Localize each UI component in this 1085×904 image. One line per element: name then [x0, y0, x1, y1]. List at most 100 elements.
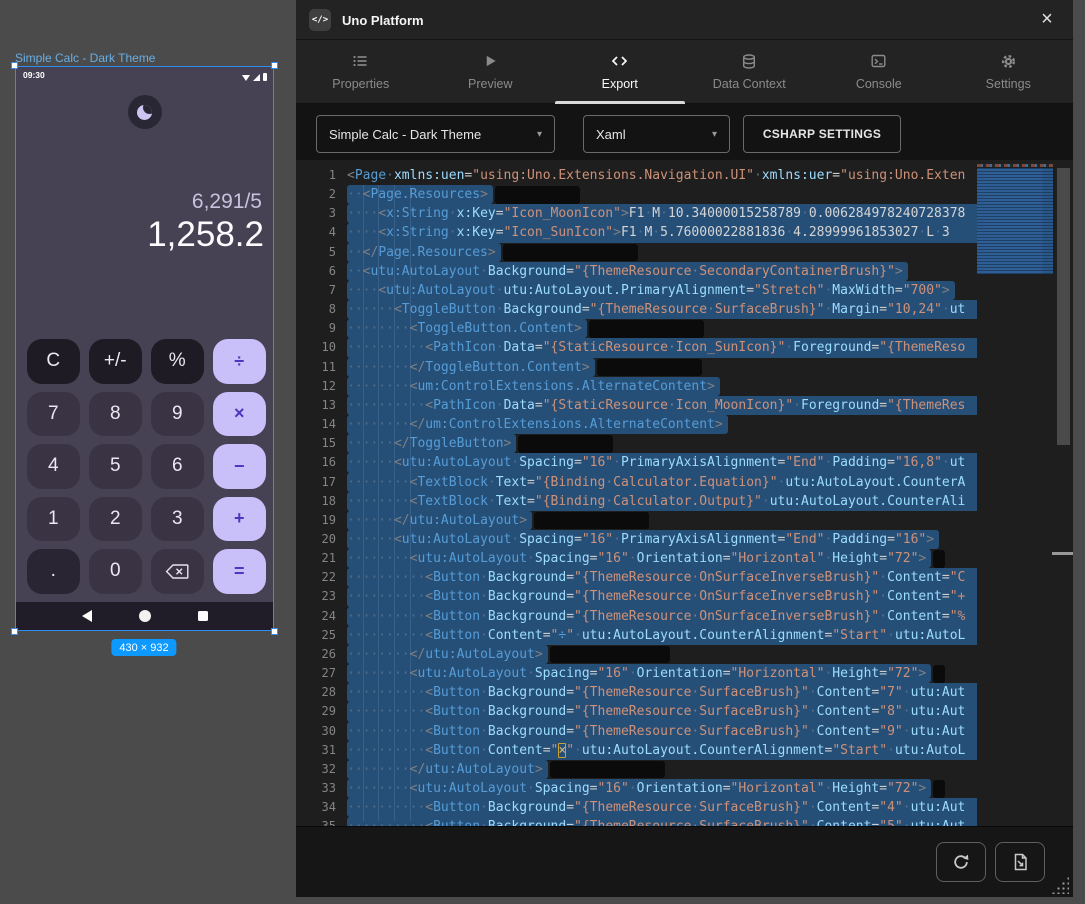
code-line[interactable]: 8······<ToggleButton·Background="{ThemeR…	[296, 300, 977, 319]
line-number: 5	[296, 243, 336, 262]
calc-button-2[interactable]: 2	[89, 497, 142, 542]
code-line[interactable]: 27········<utu:AutoLayout·Spacing="16"·O…	[296, 664, 977, 683]
tab-preview[interactable]: Preview	[426, 40, 556, 103]
code-token: ·	[887, 628, 895, 643]
tab-settings[interactable]: Settings	[944, 40, 1074, 103]
code-line[interactable]: 26········</utu:AutoLayout>	[296, 645, 977, 664]
calc-button-×[interactable]: ×	[213, 392, 266, 437]
battery-icon	[263, 73, 268, 81]
code-line[interactable]: 25··········<Button·Content="÷"·utu:Auto…	[296, 626, 977, 645]
code-line[interactable]: 33········<utu:AutoLayout·Spacing="16"·O…	[296, 779, 977, 798]
code-token: utu:AutoLayout	[402, 455, 512, 470]
code-line[interactable]: 15······</ToggleButton>	[296, 434, 977, 453]
scrollbar-thumb[interactable]	[1057, 168, 1070, 445]
calc-button-=[interactable]: =	[213, 549, 266, 594]
line-number: 31	[296, 741, 336, 760]
calc-button-backspace[interactable]	[151, 549, 204, 594]
calc-button-+[interactable]: +	[213, 497, 266, 542]
code-token: Background	[488, 609, 566, 624]
tab-properties[interactable]: Properties	[296, 40, 426, 103]
code-line[interactable]: 11········</ToggleButton.Content>	[296, 358, 977, 377]
export-file-button[interactable]	[995, 842, 1045, 882]
tab-export[interactable]: Export	[555, 40, 685, 103]
calc-button-0[interactable]: 0	[89, 549, 142, 594]
tab-data-context[interactable]: Data Context	[685, 40, 815, 103]
code-line[interactable]: 22··········<Button·Background="{ThemeRe…	[296, 568, 977, 587]
code-line[interactable]: 14········</um:ControlExtensions.Alterna…	[296, 415, 977, 434]
code-line[interactable]: 16······<utu:AutoLayout·Spacing="16"·Pri…	[296, 453, 977, 472]
code-token: ··········	[347, 704, 425, 719]
calc-button-7[interactable]: 7	[27, 392, 80, 437]
tab-console[interactable]: Console	[814, 40, 944, 103]
code-line[interactable]: 13··········<PathIcon·Data="{StaticResou…	[296, 396, 977, 415]
minimap[interactable]	[977, 160, 1073, 826]
tab-label: Console	[856, 77, 902, 91]
code-token: Content	[817, 685, 872, 700]
code-line[interactable]: 28··········<Button·Background="{ThemeRe…	[296, 683, 977, 702]
code-line[interactable]: 10··········<PathIcon·Data="{StaticResou…	[296, 338, 977, 357]
calc-button-4[interactable]: 4	[27, 444, 80, 489]
code-line[interactable]: 23··········<Button·Background="{ThemeRe…	[296, 587, 977, 606]
calc-button-1[interactable]: 1	[27, 497, 80, 542]
recents-icon[interactable]	[198, 611, 208, 621]
resize-grip[interactable]	[1051, 876, 1069, 894]
calc-button-6[interactable]: 6	[151, 444, 204, 489]
home-icon[interactable]	[139, 610, 151, 622]
calc-button-C[interactable]: C	[27, 339, 80, 384]
code-token: ·	[605, 494, 613, 509]
calc-button-%[interactable]: %	[151, 339, 204, 384]
selection-handle[interactable]	[271, 62, 278, 69]
frame-size-badge: 430 × 932	[111, 639, 176, 656]
code-editor[interactable]: 1<Page·xmlns:uen="using:Uno.Extensions.N…	[296, 160, 1073, 826]
frame-label[interactable]: Simple Calc - Dark Theme	[15, 51, 155, 65]
code-token: xmlns:uer	[762, 168, 832, 183]
code-token: utu:AutoLayout	[425, 647, 535, 662]
selection-handle[interactable]	[11, 628, 18, 635]
csharp-settings-button[interactable]: CSHARP SETTINGS	[743, 115, 901, 153]
code-line[interactable]: 5··</Page.Resources>	[296, 243, 977, 262]
calc-button-+/-[interactable]: +/-	[89, 339, 142, 384]
code-line[interactable]: 4····<x:String·x:Key="Icon_SunIcon">F1·M…	[296, 223, 977, 242]
code-line[interactable]: 2··<Page.Resources>	[296, 185, 977, 204]
code-token: utu:Aut	[911, 800, 966, 815]
code-line[interactable]: 34··········<Button·Background="{ThemeRe…	[296, 798, 977, 817]
code-line[interactable]: 6··<utu:AutoLayout·Background="{ThemeRes…	[296, 262, 977, 281]
code-line[interactable]: 9········<ToggleButton.Content>	[296, 319, 977, 338]
close-icon[interactable]: ×	[1035, 8, 1059, 32]
code-line[interactable]: 30··········<Button·Background="{ThemeRe…	[296, 722, 977, 741]
code-token: ToggleButton.Content	[417, 321, 574, 336]
code-line[interactable]: 32········</utu:AutoLayout>	[296, 760, 977, 779]
code-line[interactable]: 19······</utu:AutoLayout>	[296, 511, 977, 530]
code-token: =	[566, 819, 574, 826]
theme-toggle-button[interactable]	[128, 95, 162, 129]
selection-handle[interactable]	[271, 628, 278, 635]
code-line[interactable]: 12········<um:ControlExtensions.Alternat…	[296, 377, 977, 396]
calc-button-5[interactable]: 5	[89, 444, 142, 489]
code-line[interactable]: 24··········<Button·Background="{ThemeRe…	[296, 607, 977, 626]
calc-button-8[interactable]: 8	[89, 392, 142, 437]
code-line[interactable]: 35··········<Button·Background="{ThemeRe…	[296, 817, 977, 826]
code-line[interactable]: 20······<utu:AutoLayout·Spacing="16"·Pri…	[296, 530, 977, 549]
code-line[interactable]: 18········<TextBlock·Text="{Binding·Calc…	[296, 492, 977, 511]
code-line[interactable]: 3····<x:String·x:Key="Icon_MoonIcon">F1·…	[296, 204, 977, 223]
calc-button-9[interactable]: 9	[151, 392, 204, 437]
calc-button-3[interactable]: 3	[151, 497, 204, 542]
calc-button-.[interactable]: .	[27, 549, 80, 594]
code-line[interactable]: 17········<TextBlock·Text="{Binding·Calc…	[296, 473, 977, 492]
back-icon[interactable]	[82, 610, 92, 622]
code-line[interactable]: 29··········<Button·Background="{ThemeRe…	[296, 702, 977, 721]
code-line[interactable]: 31··········<Button·Content="×"·utu:Auto…	[296, 741, 977, 760]
code-line[interactable]: 1<Page·xmlns:uen="using:Uno.Extensions.N…	[296, 166, 977, 185]
frame-select[interactable]: Simple Calc - Dark Theme ▾	[316, 115, 555, 153]
line-number: 11	[296, 358, 336, 377]
format-select[interactable]: Xaml ▾	[583, 115, 730, 153]
calc-button-−[interactable]: −	[213, 444, 266, 489]
device-frame[interactable]: 09:30 6,291/5 1,258.2 C+/-%÷789×456−123+…	[15, 66, 274, 631]
selection-handle[interactable]	[11, 62, 18, 69]
code-token: Button	[433, 743, 480, 758]
code-line[interactable]: 7····<utu:AutoLayout·utu:AutoLayout.Prim…	[296, 281, 977, 300]
selected-code-segment: ········<utu:AutoLayout·Spacing="16"·Ori…	[347, 779, 931, 798]
calc-button-÷[interactable]: ÷	[213, 339, 266, 384]
refresh-button[interactable]	[936, 842, 986, 882]
code-line[interactable]: 21········<utu:AutoLayout·Spacing="16"·O…	[296, 549, 977, 568]
